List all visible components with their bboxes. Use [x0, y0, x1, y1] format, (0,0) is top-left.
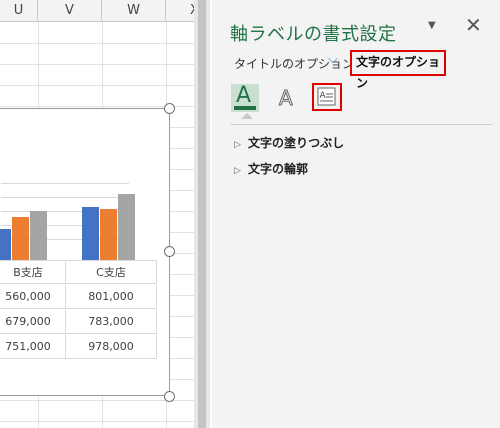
column-header-x[interactable]: X — [166, 0, 194, 22]
table-cell: 978,000 — [66, 335, 157, 359]
bar-b-series2[interactable] — [12, 217, 29, 260]
column-header-v[interactable]: V — [38, 0, 102, 22]
grid-line — [0, 85, 194, 86]
table-cell: 783,000 — [66, 310, 157, 334]
bar-c-series3[interactable] — [118, 194, 135, 260]
worksheet[interactable]: U V W X — [0, 0, 194, 428]
close-icon[interactable]: ✕ — [465, 14, 482, 36]
column-header-row: U V W X — [0, 0, 194, 22]
text-effects-icon[interactable]: A — [272, 84, 300, 112]
table-cell: 751,000 — [0, 335, 66, 359]
triangle-down-icon[interactable]: ▼ — [428, 20, 436, 31]
resize-handle-top-right[interactable] — [164, 103, 175, 114]
selected-indicator — [241, 113, 253, 119]
pane-title: 軸ラベルの書式設定 — [230, 24, 397, 45]
bar-b-series1[interactable] — [0, 229, 11, 260]
section-label: 文字の輪郭 — [248, 162, 309, 176]
table-cell: 560,000 — [0, 285, 66, 309]
svg-text:A: A — [279, 86, 293, 110]
section-text-fill[interactable]: ▷ 文字の塗りつぶし — [234, 134, 344, 151]
expand-triangle-icon: ▷ — [234, 166, 241, 176]
svg-text:A: A — [320, 91, 327, 101]
column-header-w[interactable]: W — [102, 0, 166, 22]
excel-window: U V W X — [0, 0, 500, 428]
section-text-outline[interactable]: ▷ 文字の輪郭 — [234, 160, 308, 177]
section-label: 文字の塗りつぶし — [248, 136, 345, 150]
vertical-scrollbar[interactable] — [194, 0, 210, 428]
table-cell: 679,000 — [0, 310, 66, 334]
expand-triangle-icon: ▷ — [234, 140, 241, 150]
grid-line — [0, 43, 194, 44]
grid-line — [0, 64, 194, 65]
table-cell: 801,000 — [66, 285, 157, 309]
grid-line — [0, 421, 194, 422]
fill-bar — [234, 106, 256, 110]
format-pane: 軸ラベルの書式設定 ▼ ✕ タイトルのオプション ⌵ 文字のオプション A A … — [212, 0, 500, 428]
chevron-down-icon[interactable]: ⌵ — [328, 52, 338, 67]
bar-c-series2[interactable] — [100, 209, 117, 260]
bar-b-series3[interactable] — [30, 211, 47, 260]
tab-text-options[interactable]: 文字のオプション — [350, 50, 446, 90]
chart-object[interactable]: B支店 C支店 560,000 801,000 679,000 783,000 … — [0, 108, 170, 396]
textbox-icon[interactable]: A — [312, 83, 342, 111]
plot-area[interactable] — [0, 169, 151, 260]
scrollbar-thumb[interactable] — [198, 0, 206, 428]
pane-divider — [230, 124, 492, 125]
resize-handle-right[interactable] — [164, 246, 175, 257]
bar-c-series1[interactable] — [82, 207, 99, 260]
text-fill-icon[interactable]: A — [231, 83, 259, 112]
resize-handle-bottom-right[interactable] — [164, 391, 175, 402]
table-header-c: C支店 — [66, 260, 157, 284]
column-header-u[interactable]: U — [0, 0, 38, 22]
text-fill-letter: A — [236, 83, 252, 108]
table-header-b: B支店 — [0, 260, 66, 284]
